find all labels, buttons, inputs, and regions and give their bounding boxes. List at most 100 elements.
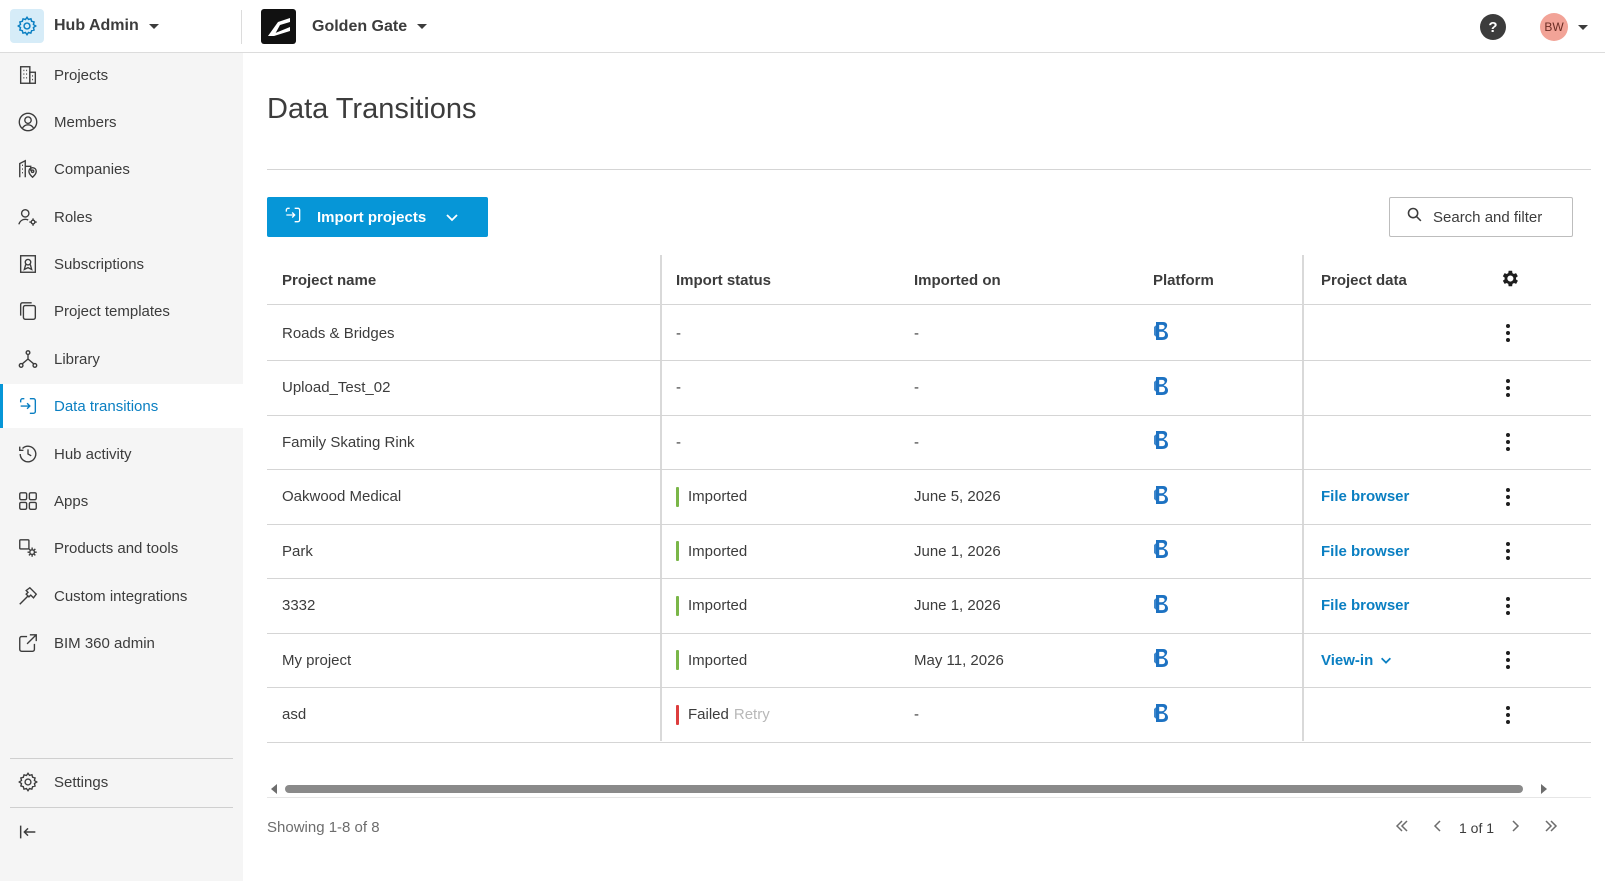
sidebar-item-projects[interactable]: Projects <box>0 53 243 97</box>
column-header-imported-on[interactable]: Imported on <box>914 255 1001 305</box>
import-status-cell: Imported <box>676 633 747 687</box>
sidebar-item-subscriptions[interactable]: Subscriptions <box>0 242 243 286</box>
more-vertical-icon[interactable] <box>1498 373 1518 403</box>
data-transition-icon <box>16 394 40 418</box>
import-status-cell: - <box>676 306 681 360</box>
help-button[interactable]: ? <box>1480 14 1506 40</box>
more-vertical-icon[interactable] <box>1498 427 1518 457</box>
previous-page-button[interactable] <box>1425 815 1451 841</box>
file-browser-link[interactable]: File browser <box>1321 470 1409 524</box>
platform-cell <box>1154 688 1170 742</box>
first-page-button[interactable] <box>1389 815 1415 841</box>
imported-on-cell: June 5, 2026 <box>914 488 1001 505</box>
user-menu[interactable]: BW <box>1540 13 1588 41</box>
table-row[interactable]: 3332 Imported June 1, 2026 File browser <box>267 579 1591 634</box>
products-gear-icon <box>16 536 40 560</box>
table-header: Project name Import status Imported on P… <box>267 255 1591 305</box>
more-vertical-icon[interactable] <box>1498 318 1518 348</box>
sidebar-item-settings[interactable]: Settings <box>0 760 243 804</box>
topbar-divider <box>241 10 242 44</box>
next-page-button[interactable] <box>1502 815 1528 841</box>
view-in-dropdown[interactable]: View-in <box>1321 633 1393 687</box>
gear-icon <box>16 770 40 794</box>
table-row[interactable]: Roads & Bridges - - <box>267 306 1591 361</box>
status-text: Imported <box>688 651 748 669</box>
sidebar-item-data-transitions[interactable]: Data transitions <box>0 384 243 428</box>
sidebar-item-label: Products and tools <box>54 539 179 557</box>
top-bar: Hub Admin Golden Gate ? BW <box>0 0 1605 53</box>
project-name-cell: asd <box>282 706 307 723</box>
imported-on-cell: - <box>914 379 919 396</box>
table-row[interactable]: asd Failed Retry - <box>267 688 1591 743</box>
project-data-label: File browser <box>1321 542 1410 560</box>
bim360-platform-icon <box>1154 485 1170 509</box>
project-name-cell: My project <box>282 651 352 669</box>
platform-cell <box>1154 579 1170 633</box>
retry-link[interactable]: Retry <box>734 706 770 723</box>
imported-on-cell: June 1, 2026 <box>914 597 1001 614</box>
sidebar-item-label: Roles <box>54 208 93 226</box>
more-vertical-icon[interactable] <box>1498 700 1518 730</box>
import-projects-label: Import projects <box>317 208 427 226</box>
sidebar: Projects Members Companies Roles Subscri… <box>0 53 243 881</box>
bim360-platform-icon <box>1154 703 1170 727</box>
building-icon <box>16 63 40 87</box>
project-data-label: File browser <box>1321 597 1410 614</box>
more-vertical-icon[interactable] <box>1498 591 1518 621</box>
sidebar-item-apps[interactable]: Apps <box>0 479 243 523</box>
sidebar-item-companies[interactable]: Companies <box>0 147 243 191</box>
search-and-filter-button[interactable]: Search and filter <box>1389 197 1573 237</box>
column-settings-button[interactable] <box>1499 255 1520 305</box>
chevron-down-icon <box>1578 24 1588 30</box>
column-header-project-data[interactable]: Project data <box>1321 255 1407 305</box>
more-vertical-icon[interactable] <box>1498 482 1518 512</box>
file-browser-link[interactable]: File browser <box>1321 524 1409 578</box>
status-text: - <box>676 433 681 451</box>
import-icon <box>283 205 303 230</box>
collapse-left-icon <box>16 820 40 844</box>
project-name-cell: Park <box>282 542 313 560</box>
status-indicator <box>676 595 679 616</box>
sidebar-item-members[interactable]: Members <box>0 100 243 144</box>
sidebar-item-hub-activity[interactable]: Hub activity <box>0 432 243 476</box>
sidebar-item-label: Custom integrations <box>54 587 188 605</box>
column-header-project-name[interactable]: Project name <box>282 255 376 305</box>
main-content: Data Transitions Import projects Search … <box>243 53 1605 881</box>
table-row[interactable]: My project Imported May 11, 2026 View-in <box>267 633 1591 688</box>
more-vertical-icon[interactable] <box>1498 536 1518 566</box>
table-row[interactable]: Park Imported June 1, 2026 File browser <box>267 524 1591 579</box>
app-switcher[interactable]: Hub Admin <box>10 9 159 43</box>
bim360-platform-icon <box>1154 594 1170 618</box>
sidebar-item-library[interactable]: Library <box>0 337 243 381</box>
project-data-label: View-in <box>1321 651 1374 669</box>
title-divider <box>267 169 1591 170</box>
more-vertical-icon[interactable] <box>1498 645 1518 675</box>
table-row[interactable]: Upload_Test_02 - - <box>267 361 1591 416</box>
scroll-right-icon[interactable] <box>1541 784 1547 794</box>
sidebar-item-project-templates[interactable]: Project templates <box>0 289 243 333</box>
scroll-left-icon[interactable] <box>271 784 277 794</box>
column-header-platform[interactable]: Platform <box>1153 255 1214 305</box>
status-text: Imported <box>688 597 748 614</box>
horizontal-scrollbar[interactable] <box>267 780 1591 798</box>
table-row[interactable]: Family Skating Rink - - <box>267 415 1591 470</box>
imported-on-cell: June 1, 2026 <box>914 542 1001 560</box>
file-browser-link[interactable]: File browser <box>1321 579 1409 633</box>
sidebar-item-roles[interactable]: Roles <box>0 195 243 239</box>
row-actions-cell <box>1498 470 1518 524</box>
project-switcher[interactable]: Golden Gate <box>261 9 428 44</box>
sidebar-item-custom-integrations[interactable]: Custom integrations <box>0 574 243 618</box>
import-projects-button[interactable]: Import projects <box>267 197 488 237</box>
sidebar-item-products-and-tools[interactable]: Products and tools <box>0 526 243 570</box>
row-actions-cell <box>1498 361 1518 415</box>
column-header-import-status[interactable]: Import status <box>676 255 771 305</box>
sidebar-item-label: Companies <box>54 160 130 178</box>
last-page-button[interactable] <box>1538 815 1564 841</box>
sidebar-item-bim-360-admin[interactable]: BIM 360 admin <box>0 621 243 665</box>
table-row[interactable]: Oakwood Medical Imported June 5, 2026 File … <box>267 470 1591 525</box>
imported-on-cell: May 11, 2026 <box>914 651 1004 669</box>
imported-on-cell: - <box>914 324 919 342</box>
sidebar-item-label: Members <box>54 113 117 131</box>
scrollbar-thumb[interactable] <box>285 785 1523 793</box>
collapse-sidebar-button[interactable] <box>0 810 243 854</box>
